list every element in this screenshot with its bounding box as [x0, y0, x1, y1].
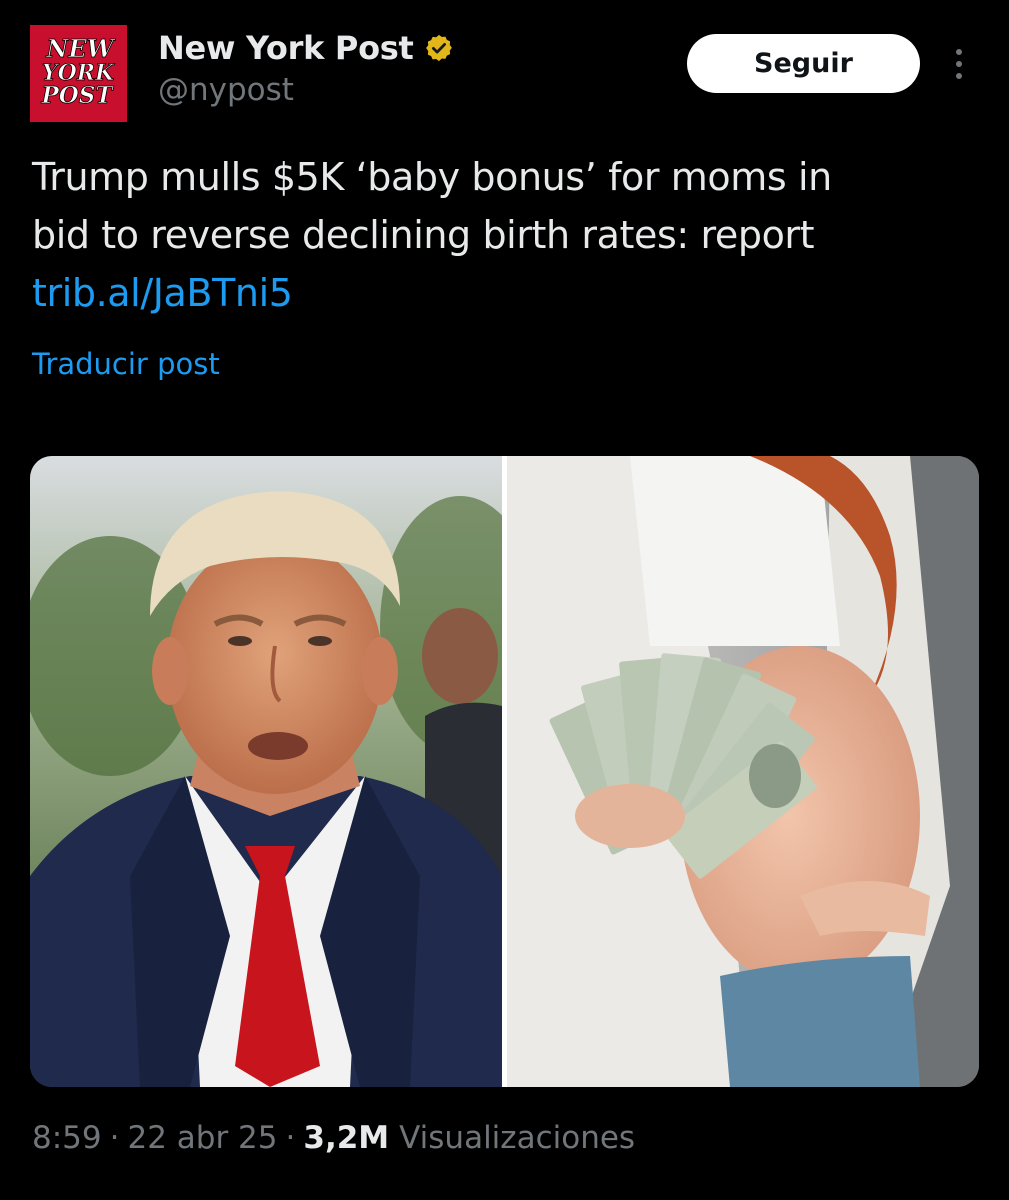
verified-badge-icon[interactable] [424, 33, 454, 63]
photo-left-man [30, 456, 540, 1087]
avatar-new-york-post[interactable]: NEW YORK POST [30, 25, 127, 122]
post-time[interactable]: 8:59 [32, 1120, 102, 1156]
follow-button[interactable]: Seguir [687, 34, 920, 93]
post-text-line: Trump mulls $5K ‘baby bonus’ for moms in [32, 155, 832, 199]
display-name[interactable]: New York Post [158, 29, 414, 67]
account-handle[interactable]: @nypost [158, 72, 294, 108]
more-vertical-icon[interactable] [944, 42, 974, 86]
logo-line-1: NEW [45, 34, 115, 63]
nypost-logo-icon: NEW YORK POST [30, 25, 127, 122]
translate-post-link[interactable]: Traducir post [32, 347, 220, 381]
follow-button-label: Seguir [754, 48, 853, 79]
logo-line-3: POST [40, 82, 114, 109]
post-meta: 8:59 · 22 abr 25 · 3,2M Visualizaciones [32, 1120, 635, 1156]
post-link[interactable]: trib.al/JaBTni5 [32, 264, 982, 322]
meta-separator: · [285, 1120, 296, 1156]
post-media[interactable] [30, 456, 979, 1087]
views-label[interactable]: Visualizaciones [399, 1120, 635, 1156]
post-text: Trump mulls $5K ‘baby bonus’ for moms in… [32, 148, 982, 322]
post-date[interactable]: 22 abr 25 [127, 1120, 277, 1156]
photo-right-woman [507, 456, 979, 1087]
views-count[interactable]: 3,2M [303, 1120, 389, 1156]
post-text-line: bid to reverse declining birth rates: re… [32, 213, 815, 257]
meta-separator: · [109, 1120, 120, 1156]
display-name-row[interactable]: New York Post [158, 26, 454, 70]
